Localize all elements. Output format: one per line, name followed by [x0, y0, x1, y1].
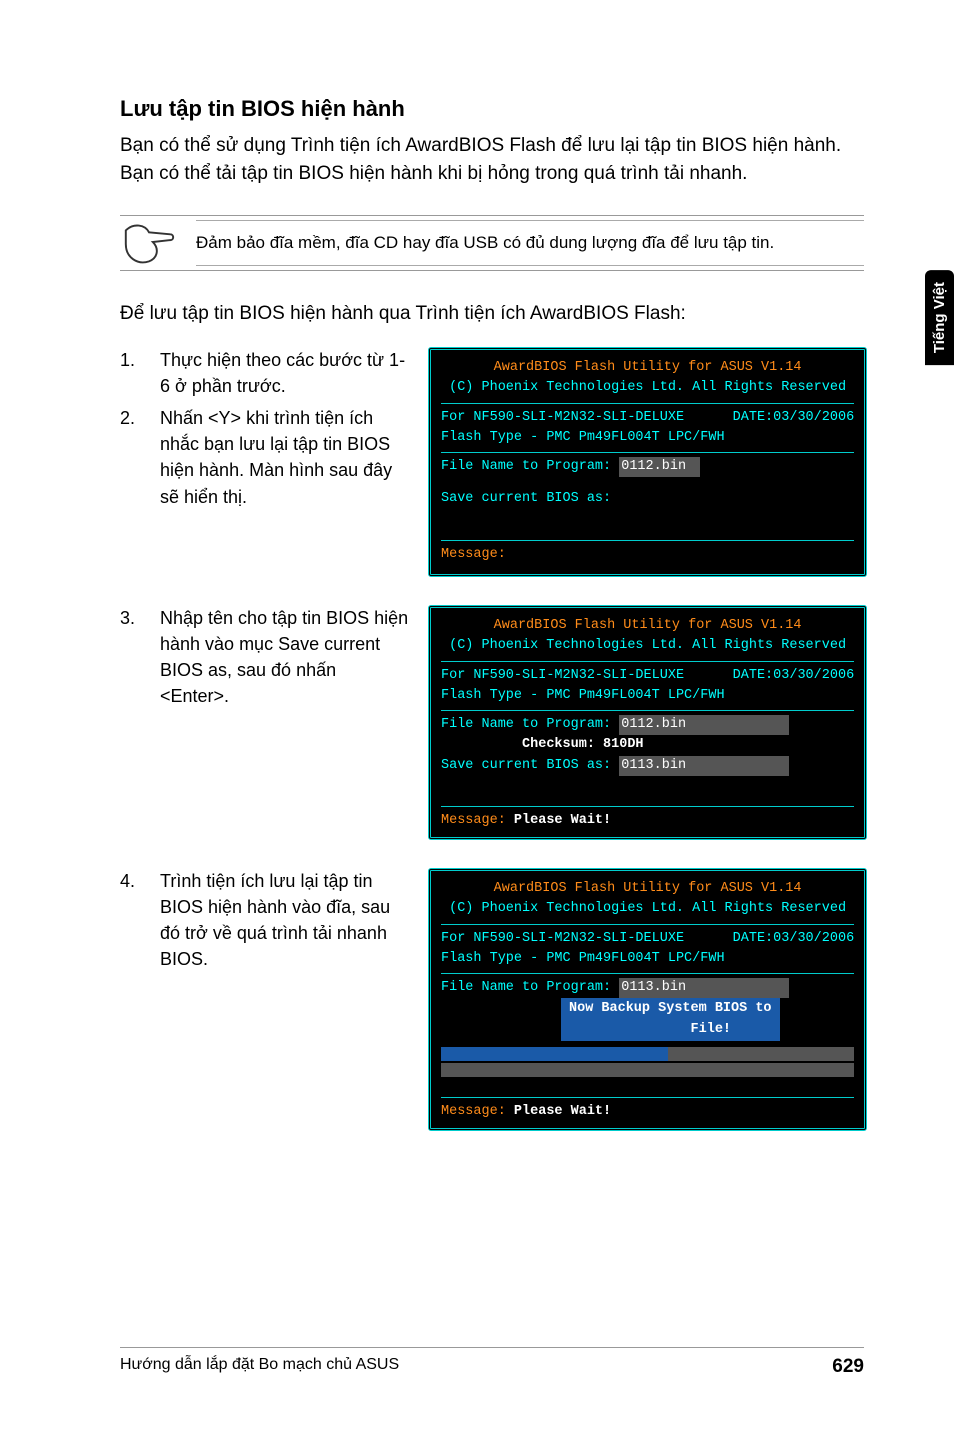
- terminal-subtitle: (C) Phoenix Technologies Ltd. All Rights…: [441, 899, 854, 924]
- step-text: Nhấn <Y> khi trình tiện ích nhắc bạn lưu…: [160, 405, 410, 509]
- note-text: Đảm bảo đĩa mềm, đĩa CD hay đĩa USB có đ…: [196, 220, 864, 266]
- hand-point-icon: [120, 220, 178, 266]
- step-text: Nhập tên cho tập tin BIOS hiện hành vào …: [160, 605, 410, 709]
- terminal-title: AwardBIOS Flash Utility for ASUS V1.14: [441, 616, 854, 636]
- terminal-save-line: Save current BIOS as:: [441, 489, 854, 509]
- terminal-message-row: Message: Please Wait!: [441, 1097, 854, 1122]
- footer-text: Hướng dẫn lắp đặt Bo mạch chủ ASUS: [120, 1356, 399, 1378]
- terminal-flash-line: Flash Type - PMC Pm49FL004T LPC/FWH: [441, 686, 854, 706]
- terminal-title: AwardBIOS Flash Utility for ASUS V1.14: [441, 879, 854, 899]
- terminal-board-line: For NF590-SLI-M2N32-SLI-DELUXE DATE:03/3…: [441, 666, 854, 686]
- step-item-4: 4. Trình tiện ích lưu lại tập tin BIOS h…: [120, 868, 410, 972]
- terminal-flash-line: Flash Type - PMC Pm49FL004T LPC/FWH: [441, 949, 854, 969]
- step-number: 3.: [120, 605, 142, 709]
- terminal-board-line: For NF590-SLI-M2N32-SLI-DELUXE DATE:03/3…: [441, 408, 854, 428]
- lead-paragraph: Để lưu tập tin BIOS hiện hành qua Trình …: [120, 303, 864, 325]
- terminal-message-row: Message:: [441, 540, 854, 565]
- step-text: Trình tiện ích lưu lại tập tin BIOS hiện…: [160, 868, 410, 972]
- step-item-3: 3. Nhập tên cho tập tin BIOS hiện hành v…: [120, 605, 410, 709]
- terminal-flash-line: Flash Type - PMC Pm49FL004T LPC/FWH: [441, 428, 854, 448]
- terminal-backup-banner: Now Backup System BIOS to File!: [561, 998, 780, 1041]
- step-item-1: 1. Thực hiện theo các bước từ 1-6 ở phần…: [120, 347, 410, 399]
- page-number: 629: [832, 1356, 864, 1378]
- terminal-file-line: File Name to Program: 0112.bin: [441, 457, 854, 477]
- terminal-save-line: Save current BIOS as: 0113.bin: [441, 756, 854, 776]
- section-heading: Lưu tập tin BIOS hiện hành: [120, 96, 864, 122]
- page-footer: Hướng dẫn lắp đặt Bo mạch chủ ASUS 629: [120, 1347, 864, 1378]
- terminal-title: AwardBIOS Flash Utility for ASUS V1.14: [441, 358, 854, 378]
- terminal-screenshot-1: AwardBIOS Flash Utility for ASUS V1.14 (…: [428, 347, 867, 577]
- terminal-file-line: File Name to Program: 0113.bin: [441, 978, 854, 998]
- terminal-screenshot-2: AwardBIOS Flash Utility for ASUS V1.14 (…: [428, 605, 867, 840]
- language-side-tab: Tiếng Việt: [925, 270, 954, 365]
- terminal-progress-bar-2: [441, 1063, 854, 1077]
- terminal-subtitle: (C) Phoenix Technologies Ltd. All Rights…: [441, 636, 854, 661]
- note-callout: Đảm bảo đĩa mềm, đĩa CD hay đĩa USB có đ…: [120, 215, 864, 271]
- step-text: Thực hiện theo các bước từ 1-6 ở phần tr…: [160, 347, 410, 399]
- terminal-message-row: Message: Please Wait!: [441, 806, 854, 831]
- terminal-progress-bar: [441, 1047, 854, 1061]
- intro-paragraph: Bạn có thể sử dụng Trình tiện ích AwardB…: [120, 132, 864, 187]
- terminal-subtitle: (C) Phoenix Technologies Ltd. All Rights…: [441, 378, 854, 403]
- step-number: 1.: [120, 347, 142, 399]
- terminal-board-line: For NF590-SLI-M2N32-SLI-DELUXE DATE:03/3…: [441, 929, 854, 949]
- terminal-checksum-line: Checksum: 810DH: [441, 735, 854, 755]
- step-number: 2.: [120, 405, 142, 509]
- step-number: 4.: [120, 868, 142, 972]
- terminal-screenshot-3: AwardBIOS Flash Utility for ASUS V1.14 (…: [428, 868, 867, 1131]
- step-item-2: 2. Nhấn <Y> khi trình tiện ích nhắc bạn …: [120, 405, 410, 509]
- terminal-file-line: File Name to Program: 0112.bin: [441, 715, 854, 735]
